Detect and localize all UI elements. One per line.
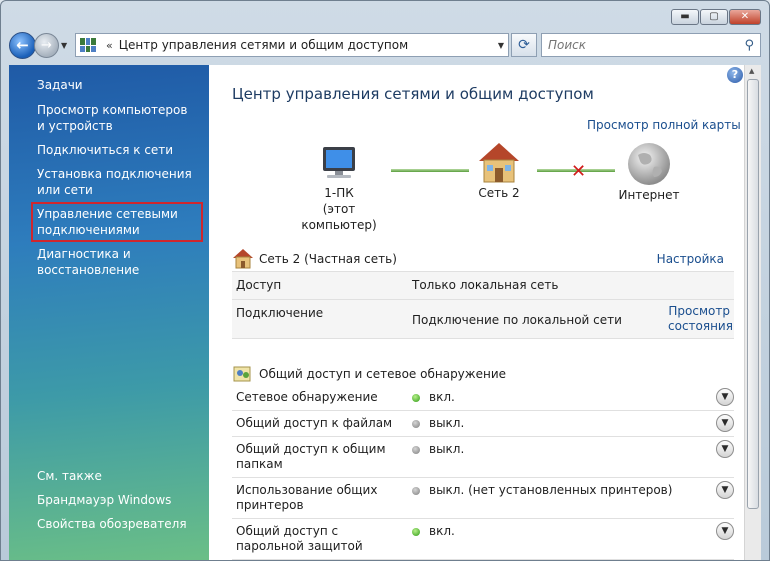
sidebar-item-view-computers[interactable]: Просмотр компьютеров и устройств bbox=[37, 102, 197, 134]
computer-name: 1-ПК bbox=[324, 186, 354, 200]
computer-subtitle: (этот компьютер) bbox=[301, 202, 377, 232]
expand-chevron-icon[interactable]: ▼ bbox=[716, 440, 734, 458]
network-name: Сеть 2 bbox=[478, 186, 520, 200]
see-also-internet-options[interactable]: Свойства обозревателя bbox=[37, 516, 197, 532]
maximize-button[interactable]: ▢ bbox=[700, 9, 728, 25]
path-separator: « bbox=[106, 38, 113, 52]
sharing-row-password-protection: Общий доступ с парольной защитой вкл. ▼ bbox=[232, 519, 734, 560]
navigation-bar: ← → ▼ « Центр управления сетями и общим … bbox=[9, 31, 761, 59]
connection-line bbox=[391, 169, 469, 172]
row-value: Подключение по локальной сети bbox=[412, 313, 622, 327]
status-dot-icon bbox=[412, 445, 420, 454]
status-dot-icon bbox=[412, 527, 420, 536]
status-dot-icon bbox=[412, 393, 420, 402]
sidebar-item-connect-network[interactable]: Подключиться к сети bbox=[37, 142, 197, 158]
page-title: Центр управления сетями и общим доступом bbox=[232, 85, 594, 103]
globe-icon bbox=[628, 143, 670, 185]
search-icon[interactable]: ⚲ bbox=[744, 38, 754, 53]
network-row-connection: Подключение Подключение по локальной сет… bbox=[232, 300, 734, 339]
status-text: вкл. bbox=[429, 390, 455, 404]
sharing-icon bbox=[233, 366, 251, 382]
close-button[interactable]: ✕ bbox=[729, 9, 761, 25]
status-text: выкл. bbox=[429, 442, 465, 456]
search-input[interactable] bbox=[548, 38, 745, 52]
map-node-internet[interactable]: Интернет bbox=[609, 141, 689, 203]
forward-arrow-icon[interactable]: → bbox=[34, 32, 59, 58]
sharing-section-title: Общий доступ и сетевое обнаружение bbox=[259, 367, 507, 381]
main-panel: ? ▲ Центр управления сетями и общим дост… bbox=[209, 65, 761, 560]
expand-chevron-icon[interactable]: ▼ bbox=[716, 388, 734, 406]
tasks-heading: Задачи bbox=[37, 78, 83, 92]
network-section-title: Сеть 2 (Частная сеть) bbox=[259, 252, 397, 266]
see-also-section: См. также Брандмауэр Windows Свойства об… bbox=[37, 469, 197, 540]
row-key: Общий доступ к общим папкам bbox=[236, 442, 386, 471]
status-text: выкл. bbox=[429, 416, 465, 430]
vertical-scrollbar[interactable]: ▲ bbox=[744, 65, 761, 560]
row-action-empty bbox=[664, 272, 734, 299]
row-key: Сетевое обнаружение bbox=[236, 390, 378, 404]
row-value: вкл. bbox=[408, 385, 716, 410]
address-path[interactable]: Центр управления сетями и общим доступом bbox=[119, 38, 498, 52]
disconnected-x-icon[interactable]: ✕ bbox=[571, 161, 586, 182]
row-key: Общий доступ с парольной защитой bbox=[236, 524, 363, 553]
network-row-access: Доступ Только локальная сеть bbox=[232, 272, 734, 300]
expand-chevron-icon[interactable]: ▼ bbox=[716, 481, 734, 499]
row-key: Доступ bbox=[236, 278, 282, 292]
caption-buttons: ▬ ▢ ✕ bbox=[671, 9, 761, 25]
chevron-down-icon[interactable]: ▼ bbox=[498, 41, 504, 50]
window-frame: ▬ ▢ ✕ ← → ▼ « Центр управления сетями и … bbox=[0, 0, 770, 561]
expand-chevron-icon[interactable]: ▼ bbox=[716, 522, 734, 540]
help-icon[interactable]: ? bbox=[727, 67, 743, 83]
see-also-firewall[interactable]: Брандмауэр Windows bbox=[37, 492, 197, 508]
scroll-up-icon[interactable]: ▲ bbox=[749, 67, 754, 75]
sharing-row-discovery: Сетевое обнаружение вкл. ▼ bbox=[232, 385, 734, 411]
row-key: Общий доступ к файлам bbox=[236, 416, 393, 430]
sidebar-item-manage-connections[interactable]: Управление сетевыми подключениями bbox=[31, 202, 203, 242]
network-details-table: Доступ Только локальная сеть Подключение… bbox=[232, 271, 734, 339]
search-box[interactable]: ⚲ bbox=[541, 33, 761, 57]
internet-label: Интернет bbox=[618, 188, 680, 202]
view-status-link[interactable]: Просмотр состояния bbox=[664, 300, 734, 338]
sharing-settings-table: Сетевое обнаружение вкл. ▼ Общий доступ … bbox=[232, 385, 734, 560]
row-value: вкл. bbox=[408, 519, 716, 544]
house-icon bbox=[233, 249, 253, 269]
refresh-icon[interactable]: ⟳ bbox=[511, 33, 537, 57]
row-value: Только локальная сеть bbox=[412, 278, 559, 292]
see-also-heading: См. также bbox=[37, 469, 102, 483]
row-value: выкл. bbox=[408, 411, 716, 436]
minimize-button[interactable]: ▬ bbox=[671, 9, 699, 25]
row-key: Подключение bbox=[236, 306, 324, 320]
map-node-network[interactable]: Сеть 2 bbox=[469, 141, 529, 201]
address-bar[interactable]: « Центр управления сетями и общим доступ… bbox=[75, 33, 509, 57]
back-arrow-icon[interactable]: ← bbox=[9, 31, 36, 59]
scrollbar-thumb[interactable] bbox=[747, 79, 759, 509]
sidebar-item-diagnose-repair[interactable]: Диагностика и восстановление bbox=[37, 246, 197, 278]
sidebar-item-setup-connection[interactable]: Установка подключения или сети bbox=[37, 166, 197, 198]
customize-link[interactable]: Настройка bbox=[657, 252, 724, 266]
row-value: выкл. (нет установленных принтеров) bbox=[408, 478, 716, 503]
network-section-header: Сеть 2 (Частная сеть) Настройка bbox=[232, 248, 724, 270]
network-map: 1-ПК (этот компьютер) Сеть 2 ✕ Интернет bbox=[289, 141, 689, 232]
row-value: выкл. bbox=[408, 437, 716, 462]
recent-pages-dropdown[interactable]: ▼ bbox=[61, 41, 71, 50]
network-folder-icon bbox=[80, 38, 96, 52]
status-text: вкл. bbox=[429, 524, 455, 538]
sharing-row-printers: Использование общих принтеров выкл. (нет… bbox=[232, 478, 734, 519]
status-dot-icon bbox=[412, 486, 420, 495]
sharing-row-public-folders: Общий доступ к общим папкам выкл. ▼ bbox=[232, 437, 734, 478]
map-node-computer[interactable]: 1-ПК (этот компьютер) bbox=[289, 141, 389, 233]
computer-icon bbox=[323, 147, 355, 178]
task-sidebar: Задачи Просмотр компьютеров и устройств … bbox=[9, 65, 209, 560]
view-full-map-link[interactable]: Просмотр полной карты bbox=[587, 118, 741, 132]
house-icon bbox=[479, 143, 519, 183]
status-text: выкл. (нет установленных принтеров) bbox=[429, 483, 673, 497]
status-dot-icon bbox=[412, 419, 420, 428]
sharing-section-header: Общий доступ и сетевое обнаружение bbox=[232, 363, 506, 385]
sharing-row-file-sharing: Общий доступ к файлам выкл. ▼ bbox=[232, 411, 734, 437]
expand-chevron-icon[interactable]: ▼ bbox=[716, 414, 734, 432]
row-key: Использование общих принтеров bbox=[236, 483, 378, 512]
